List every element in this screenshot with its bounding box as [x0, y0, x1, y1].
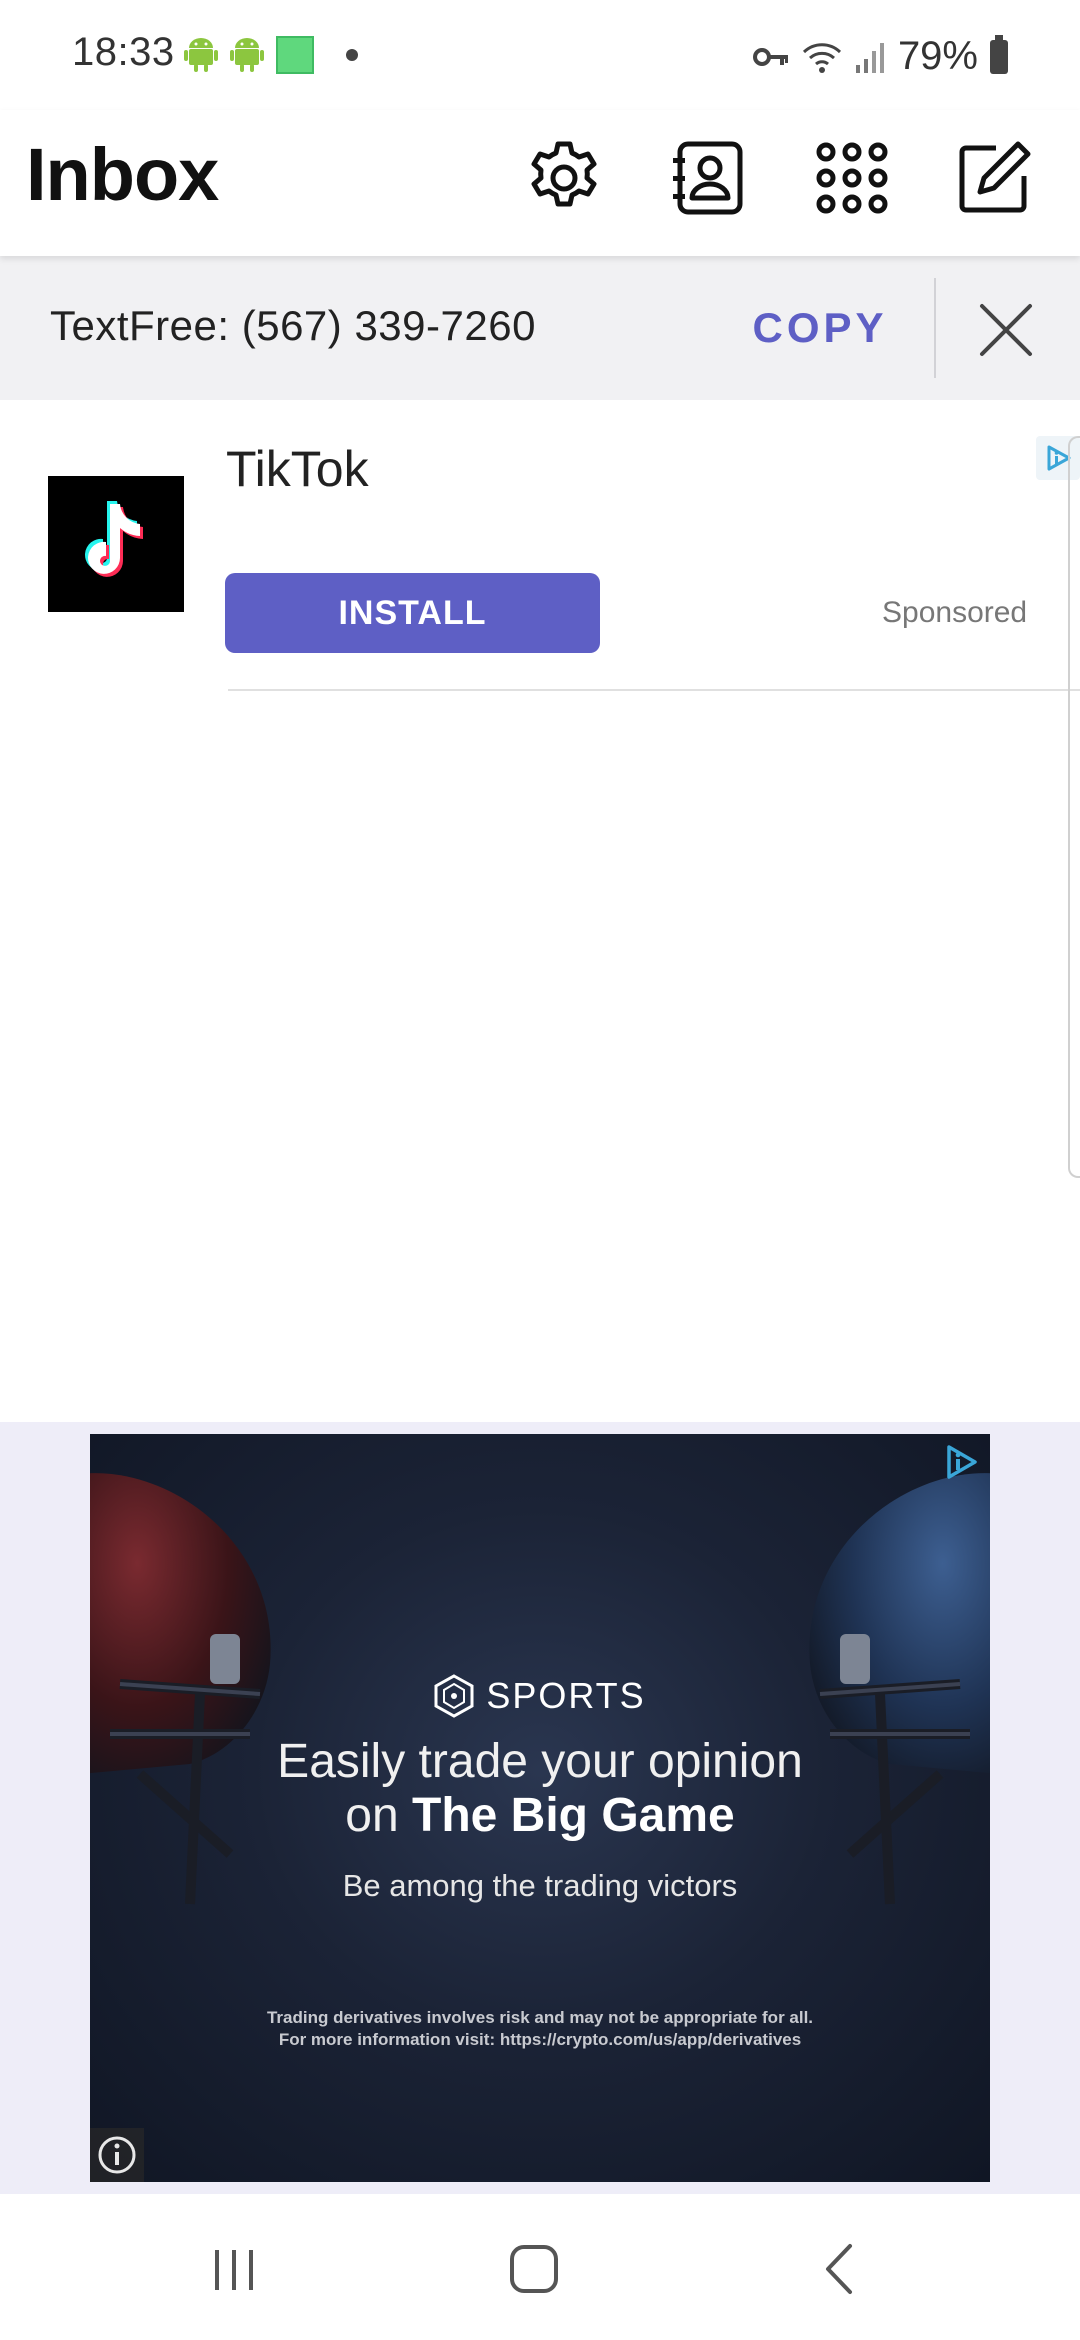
signal-icon	[855, 42, 884, 73]
info-icon	[98, 2136, 136, 2174]
ad-info-button[interactable]	[90, 2128, 144, 2182]
tiktok-icon	[85, 501, 143, 577]
divider	[228, 689, 1080, 691]
recents-icon	[215, 2250, 253, 2290]
ad-subline: Be among the trading victors	[342, 1868, 738, 1903]
sports-brand: SPORTS	[90, 1674, 990, 1718]
banner-ad[interactable]: SPORTS Easily trade your opinion on The …	[90, 1434, 990, 2182]
key-icon	[752, 47, 788, 66]
ad-app-name[interactable]: TikTok	[226, 440, 369, 498]
close-icon	[980, 304, 1032, 356]
status-bar: 18:33 79%	[0, 0, 1080, 110]
wifi-icon	[802, 42, 841, 73]
android-icon	[184, 38, 218, 72]
android-icon	[230, 38, 264, 72]
copy-button[interactable]: COPY	[740, 292, 900, 364]
screen: 18:33 79% Inbox TextFree: (567) 339-7260…	[0, 0, 1080, 2340]
back-icon	[826, 2244, 852, 2294]
battery-percent: 79%	[897, 34, 978, 78]
dialpad-icon	[816, 142, 888, 214]
adchoices-icon	[947, 1445, 977, 1479]
back-button[interactable]	[790, 2224, 890, 2314]
native-ad[interactable]: TikTok INSTALL Sponsored	[0, 400, 1080, 700]
sports-label: SPORTS	[486, 1675, 646, 1716]
banner-adchoices-button[interactable]	[936, 1438, 986, 1486]
page-title: Inbox	[26, 133, 219, 216]
app-header: Inbox	[0, 110, 1080, 256]
green-square-icon	[276, 36, 314, 74]
sponsored-label: Sponsored	[882, 596, 1028, 629]
status-time: 18:33	[72, 30, 175, 74]
navigation-bar	[0, 2194, 1080, 2340]
headline-bold: The Big Game	[412, 1789, 735, 1842]
system-icons: 79%	[752, 34, 1008, 79]
ad-disclaimer-line1: Trading derivatives involves risk and ma…	[266, 2008, 814, 2027]
settings-button[interactable]	[516, 130, 612, 226]
banner-ad-container: SPORTS Easily trade your opinion on The …	[0, 1422, 1080, 2194]
compose-icon	[959, 141, 1031, 213]
ad-disclaimer-line2: For more information visit: https://cryp…	[278, 2030, 802, 2049]
home-icon	[510, 2245, 558, 2293]
crypto-logo-icon	[434, 1674, 474, 1718]
phone-number-banner: TextFree: (567) 339-7260 COPY	[0, 256, 1080, 400]
dialpad-button[interactable]	[804, 130, 900, 226]
ad-headline-line1: Easily trade your opinion	[277, 1735, 803, 1788]
contacts-icon	[673, 141, 743, 215]
close-banner-button[interactable]	[966, 290, 1046, 370]
dot-icon	[346, 49, 358, 61]
ad-headline-line2: on The Big Game	[90, 1788, 990, 1843]
home-button[interactable]	[484, 2224, 584, 2314]
recents-button[interactable]	[184, 2224, 284, 2314]
install-button[interactable]: INSTALL	[225, 573, 600, 653]
contacts-button[interactable]	[660, 130, 756, 226]
ad-frame-edge	[1068, 436, 1080, 1178]
gear-icon	[531, 141, 597, 207]
notification-icons	[184, 36, 358, 74]
tiktok-logo[interactable]	[48, 476, 184, 612]
divider	[934, 278, 936, 378]
phone-number-text: TextFree: (567) 339-7260	[50, 302, 536, 349]
headline-prefix: on	[345, 1789, 412, 1842]
compose-button[interactable]	[946, 130, 1042, 226]
battery-icon	[990, 34, 1008, 74]
